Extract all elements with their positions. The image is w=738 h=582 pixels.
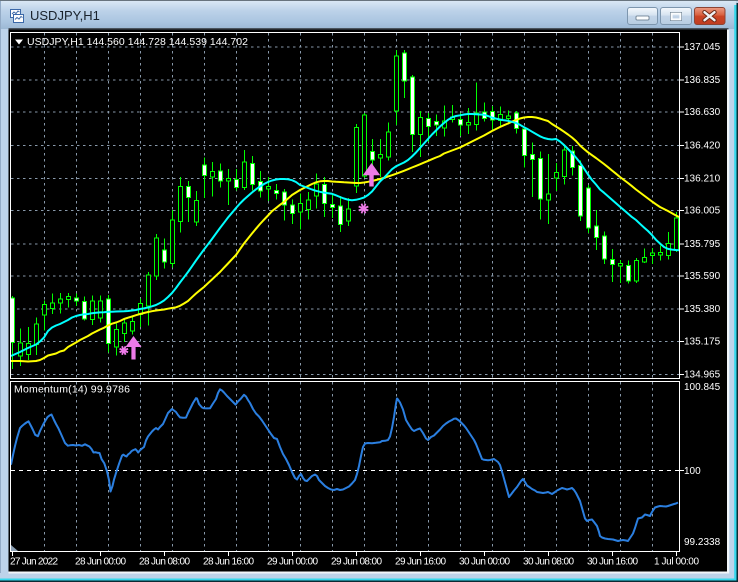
- svg-text:136.005: 136.005: [684, 206, 721, 217]
- svg-text:29 Jun 08:00: 29 Jun 08:00: [331, 557, 382, 568]
- svg-text:135.795: 135.795: [684, 239, 721, 250]
- svg-text:29 Jun 16:00: 29 Jun 16:00: [395, 557, 446, 568]
- svg-text:28 Jun 08:00: 28 Jun 08:00: [139, 557, 190, 568]
- svg-text:136.835: 136.835: [684, 75, 721, 86]
- svg-text:30 Jun 00:00: 30 Jun 00:00: [459, 557, 510, 568]
- svg-text:USDJPY,H1: USDJPY,H1: [30, 8, 100, 23]
- svg-text:29 Jun 00:00: 29 Jun 00:00: [267, 557, 318, 568]
- svg-text:30 Jun 08:00: 30 Jun 08:00: [523, 557, 574, 568]
- svg-text:134.965: 134.965: [684, 370, 721, 381]
- svg-text:135.175: 135.175: [684, 337, 721, 348]
- svg-text:USDJPY,H1 144.560 144.728 144.: USDJPY,H1 144.560 144.728 144.539 144.70…: [27, 36, 248, 48]
- svg-text:100: 100: [684, 466, 701, 477]
- svg-text:135.380: 135.380: [684, 304, 721, 315]
- svg-text:136.630: 136.630: [684, 107, 721, 118]
- svg-text:99.2338: 99.2338: [684, 537, 721, 548]
- svg-text:136.210: 136.210: [684, 173, 721, 184]
- svg-text:27 Jun 2022: 27 Jun 2022: [10, 557, 58, 568]
- svg-text:Momentum(14) 99.9786: Momentum(14) 99.9786: [14, 384, 130, 396]
- svg-text:1 Jul 00:00: 1 Jul 00:00: [654, 557, 699, 568]
- svg-text:30 Jun 16:00: 30 Jun 16:00: [587, 557, 638, 568]
- svg-text:100.845: 100.845: [684, 382, 721, 393]
- svg-text:28 Jun 16:00: 28 Jun 16:00: [203, 557, 254, 568]
- svg-text:137.045: 137.045: [684, 42, 721, 53]
- svg-text:28 Jun 00:00: 28 Jun 00:00: [75, 557, 126, 568]
- svg-text:136.420: 136.420: [684, 140, 721, 151]
- svg-text:135.590: 135.590: [684, 271, 721, 282]
